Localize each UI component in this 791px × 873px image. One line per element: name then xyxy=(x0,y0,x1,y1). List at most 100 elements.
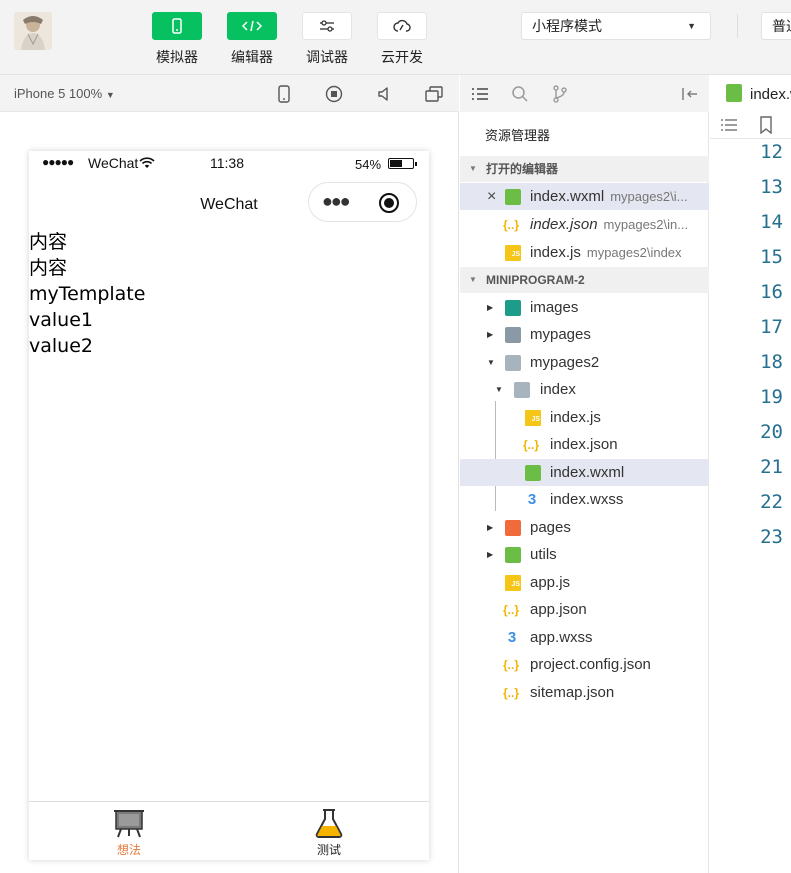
bookmark-icon[interactable] xyxy=(759,116,773,139)
tree-item-label: project.config.json xyxy=(530,656,651,673)
open-editor-name: index.wxml mypages2\i... xyxy=(530,183,688,210)
caret-down-icon: ▼ xyxy=(105,90,115,100)
folder-icon xyxy=(505,520,521,536)
carrier-name: WeChat xyxy=(88,155,139,171)
open-editor-item[interactable]: {..} index.json mypages2\in... xyxy=(460,211,709,238)
folder-icon xyxy=(505,327,521,343)
user-avatar[interactable] xyxy=(14,12,52,50)
line-number: 21 xyxy=(760,456,783,478)
file-path: mypages2\in... xyxy=(603,217,689,232)
simulator-button[interactable] xyxy=(152,12,202,40)
project-header[interactable]: ▼ MINIPROGRAM-2 xyxy=(460,267,709,293)
editor-label: 编辑器 xyxy=(231,49,273,65)
chevron-down-icon: ▼ xyxy=(469,164,477,173)
caret-down-icon: ▼ xyxy=(687,21,696,31)
tree-item-project-config[interactable]: {..} project.config.json xyxy=(460,651,709,678)
tree-item-index-json[interactable]: {..} index.json xyxy=(460,431,709,458)
mode-select[interactable]: 小程序模式 ▼ xyxy=(521,12,711,40)
open-editor-item[interactable]: JS index.js mypages2\index xyxy=(460,239,709,266)
json-file-icon: {..} xyxy=(503,686,520,700)
chevron-right-icon: ▶ xyxy=(487,330,494,339)
top-toolbar: 模拟器 编辑器 调试器 云开发 小程序模式 ▼ 普 xyxy=(0,0,791,75)
explorer-toolbar xyxy=(460,75,709,112)
tree-item-label: index.wxml xyxy=(550,464,625,481)
record-icon[interactable] xyxy=(325,85,343,103)
simulator-toolbar: iPhone 5 100% ▼ xyxy=(0,75,459,112)
collapse-panel-icon[interactable] xyxy=(680,84,700,104)
cloud-button[interactable] xyxy=(377,12,427,40)
tree-item-mypages[interactable]: ▶ mypages xyxy=(460,321,709,348)
tree-item-index-wxml[interactable]: index.wxml xyxy=(460,459,709,486)
line-number: 14 xyxy=(760,211,783,233)
tree-item-label: utils xyxy=(530,546,557,563)
cloud-label: 云开发 xyxy=(381,49,423,65)
compile-select[interactable]: 普通编译 xyxy=(761,12,791,40)
simulator-toggle[interactable]: 模拟器 xyxy=(151,12,203,67)
close-miniprogram-icon[interactable] xyxy=(379,193,399,213)
simulator-label: 模拟器 xyxy=(156,49,198,65)
editor-button[interactable] xyxy=(227,12,277,40)
chevron-right-icon: ▶ xyxy=(487,523,494,532)
content-line: 内容 xyxy=(29,257,68,279)
tab-test[interactable]: 测试 xyxy=(299,808,359,858)
wxss-file-icon: 3 xyxy=(507,629,517,646)
more-icon[interactable]: ●●● xyxy=(322,191,351,212)
open-editor-item[interactable]: × index.wxml mypages2\i... xyxy=(460,183,709,210)
content-line: 内容 xyxy=(29,231,68,253)
chevron-down-icon: ▼ xyxy=(469,275,477,284)
tree-item-label: images xyxy=(530,299,579,316)
tree-item-label: app.wxss xyxy=(530,629,593,646)
chevron-down-icon: ▼ xyxy=(495,385,503,394)
debugger-toggle[interactable]: 调试器 xyxy=(301,12,353,67)
source-control-icon[interactable] xyxy=(550,84,570,104)
editor-toggle[interactable]: 编辑器 xyxy=(226,12,278,67)
open-editors-header[interactable]: ▼ 打开的编辑器 xyxy=(460,156,709,182)
json-file-icon: {..} xyxy=(503,658,520,672)
line-number: 15 xyxy=(760,246,783,268)
line-number: 22 xyxy=(760,491,783,513)
chevron-down-icon: ▼ xyxy=(487,358,495,367)
volume-icon[interactable] xyxy=(375,85,393,103)
line-number: 23 xyxy=(760,526,783,548)
mode-select-value: 小程序模式 xyxy=(532,18,602,34)
menu-capsule[interactable]: ●●● xyxy=(308,182,417,222)
json-file-icon: {..} xyxy=(503,603,520,617)
device-select-value: iPhone 5 100% xyxy=(14,86,103,101)
tree-item-images[interactable]: ▶ images xyxy=(460,294,709,321)
outline-icon[interactable] xyxy=(720,117,738,138)
tree-item-app-wxss[interactable]: 3 app.wxss xyxy=(460,624,709,651)
tree-item-pages[interactable]: ▶ pages xyxy=(460,514,709,541)
detach-window-icon[interactable] xyxy=(425,85,443,103)
search-icon[interactable] xyxy=(510,84,530,104)
tree-item-index-wxss[interactable]: 3 index.wxss xyxy=(460,486,709,513)
list-icon[interactable] xyxy=(470,84,490,104)
close-icon[interactable]: × xyxy=(487,183,496,210)
folder-open-icon xyxy=(505,355,521,371)
tree-item-app-js[interactable]: JS app.js xyxy=(460,569,709,596)
cloud-toggle[interactable]: 云开发 xyxy=(376,12,428,67)
device-select[interactable]: iPhone 5 100% ▼ xyxy=(14,86,115,101)
signal-icon: ●●●●● xyxy=(42,155,74,169)
tab-idea[interactable]: 想法 xyxy=(99,808,159,858)
tree-item-mypages2[interactable]: ▼ mypages2 xyxy=(460,349,709,376)
tree-item-index-js[interactable]: JS index.js xyxy=(460,404,709,431)
tree-item-sitemap[interactable]: {..} sitemap.json xyxy=(460,679,709,706)
wxss-file-icon: 3 xyxy=(527,491,537,508)
json-file-icon: {..} xyxy=(523,438,540,452)
line-number: 19 xyxy=(760,386,783,408)
device-icon[interactable] xyxy=(275,85,293,103)
compile-select-value: 普通编译 xyxy=(772,18,791,34)
tree-item-utils[interactable]: ▶ utils xyxy=(460,541,709,568)
file-path: mypages2\i... xyxy=(610,189,688,204)
battery-icon xyxy=(388,158,417,169)
editor-tab[interactable]: index.wxml xyxy=(710,75,791,112)
tab-bar: 想法 测试 xyxy=(29,801,429,860)
tree-item-index-folder[interactable]: ▼ index xyxy=(460,376,709,403)
debugger-button[interactable] xyxy=(302,12,352,40)
file-name: index.json xyxy=(530,216,598,233)
tree-item-label: app.json xyxy=(530,601,587,618)
tree-item-app-json[interactable]: {..} app.json xyxy=(460,596,709,623)
debugger-label: 调试器 xyxy=(306,49,348,65)
line-number: 20 xyxy=(760,421,783,443)
easel-icon xyxy=(99,808,159,838)
